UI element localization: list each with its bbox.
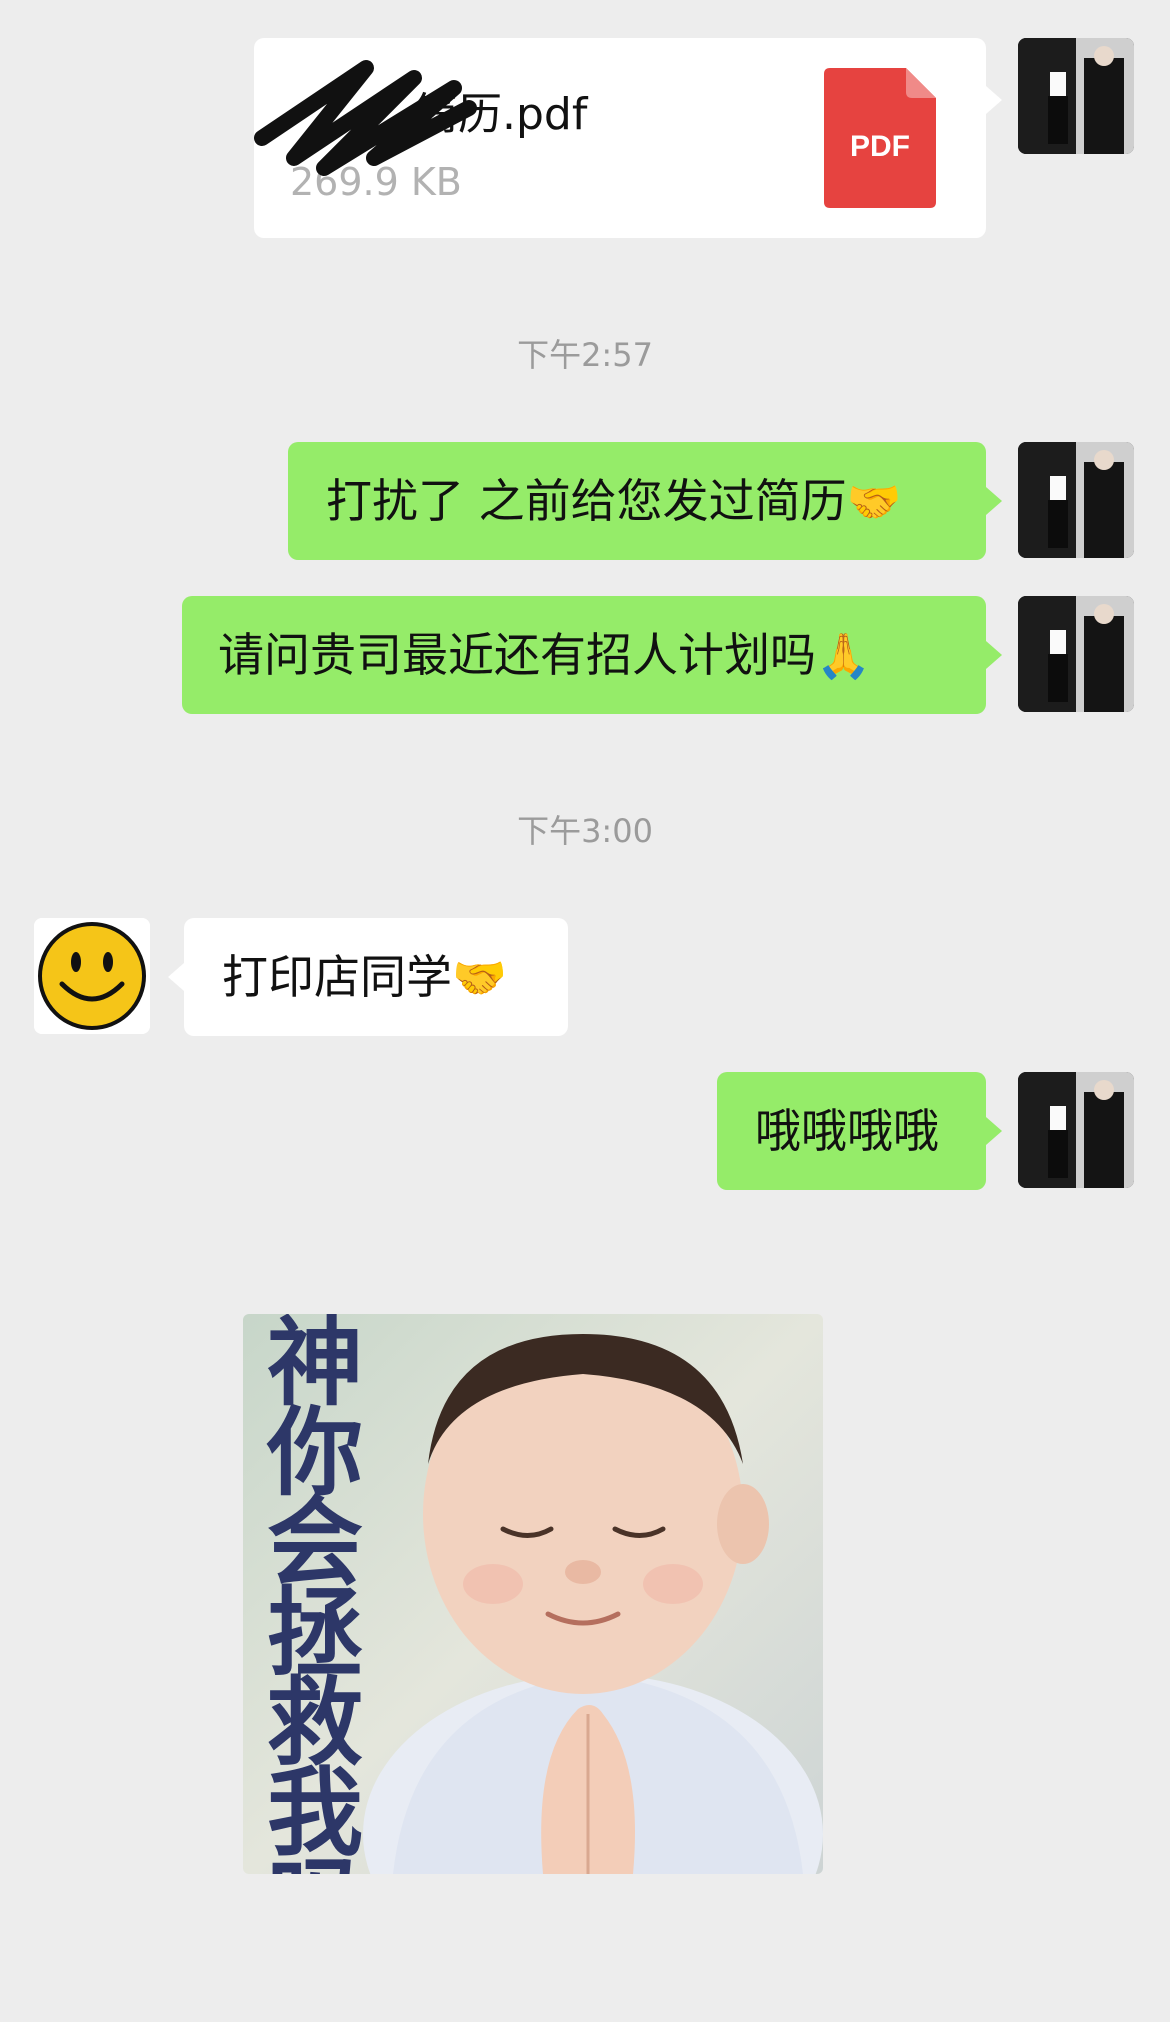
smiley-face-icon [34,918,150,1034]
praying-hands-emoji: 🙏 [816,631,871,682]
my-avatar[interactable] [1018,38,1134,154]
my-message-bubble[interactable]: 哦哦哦哦 [717,1072,1002,1190]
pdf-file-icon: PDF [824,68,936,208]
my-avatar[interactable] [1018,596,1134,712]
pdf-icon-label: PDF [850,130,910,163]
contact-avatar[interactable] [34,918,150,1034]
my-avatar[interactable] [1018,1072,1134,1188]
timestamp: 下午3:00 [517,812,653,850]
handshake-emoji: 🤝 [846,477,902,528]
message-text: 打扰了 之前给您发过简历 [326,474,847,528]
handshake-emoji: 🤝 [452,953,507,1004]
contact-message-bubble[interactable]: 打印店同学🤝 [168,918,568,1036]
message-text: 请问贵司最近还有招人计划吗 [218,628,816,682]
message-text: 打印店同学 [222,950,452,1004]
my-message-bubble[interactable]: 请问贵司最近还有招人计划吗🙏 [182,596,1002,714]
my-message-bubble[interactable]: 打扰了 之前给您发过简历🤝 [288,442,1002,560]
sticker-caption: 神 你 会 拯 救 我 吗 [267,1314,363,1875]
file-message-card[interactable]: ​简历.pdf 269.9 KB PDF [254,38,1002,238]
redaction-scribble [254,60,477,176]
baby-praying-sticker[interactable]: 神 你 会 拯 救 我 吗 [243,1314,823,1874]
message-text: 哦哦哦哦 [755,1104,939,1158]
my-avatar[interactable] [1018,442,1134,558]
timestamp: 下午2:57 [517,336,653,374]
